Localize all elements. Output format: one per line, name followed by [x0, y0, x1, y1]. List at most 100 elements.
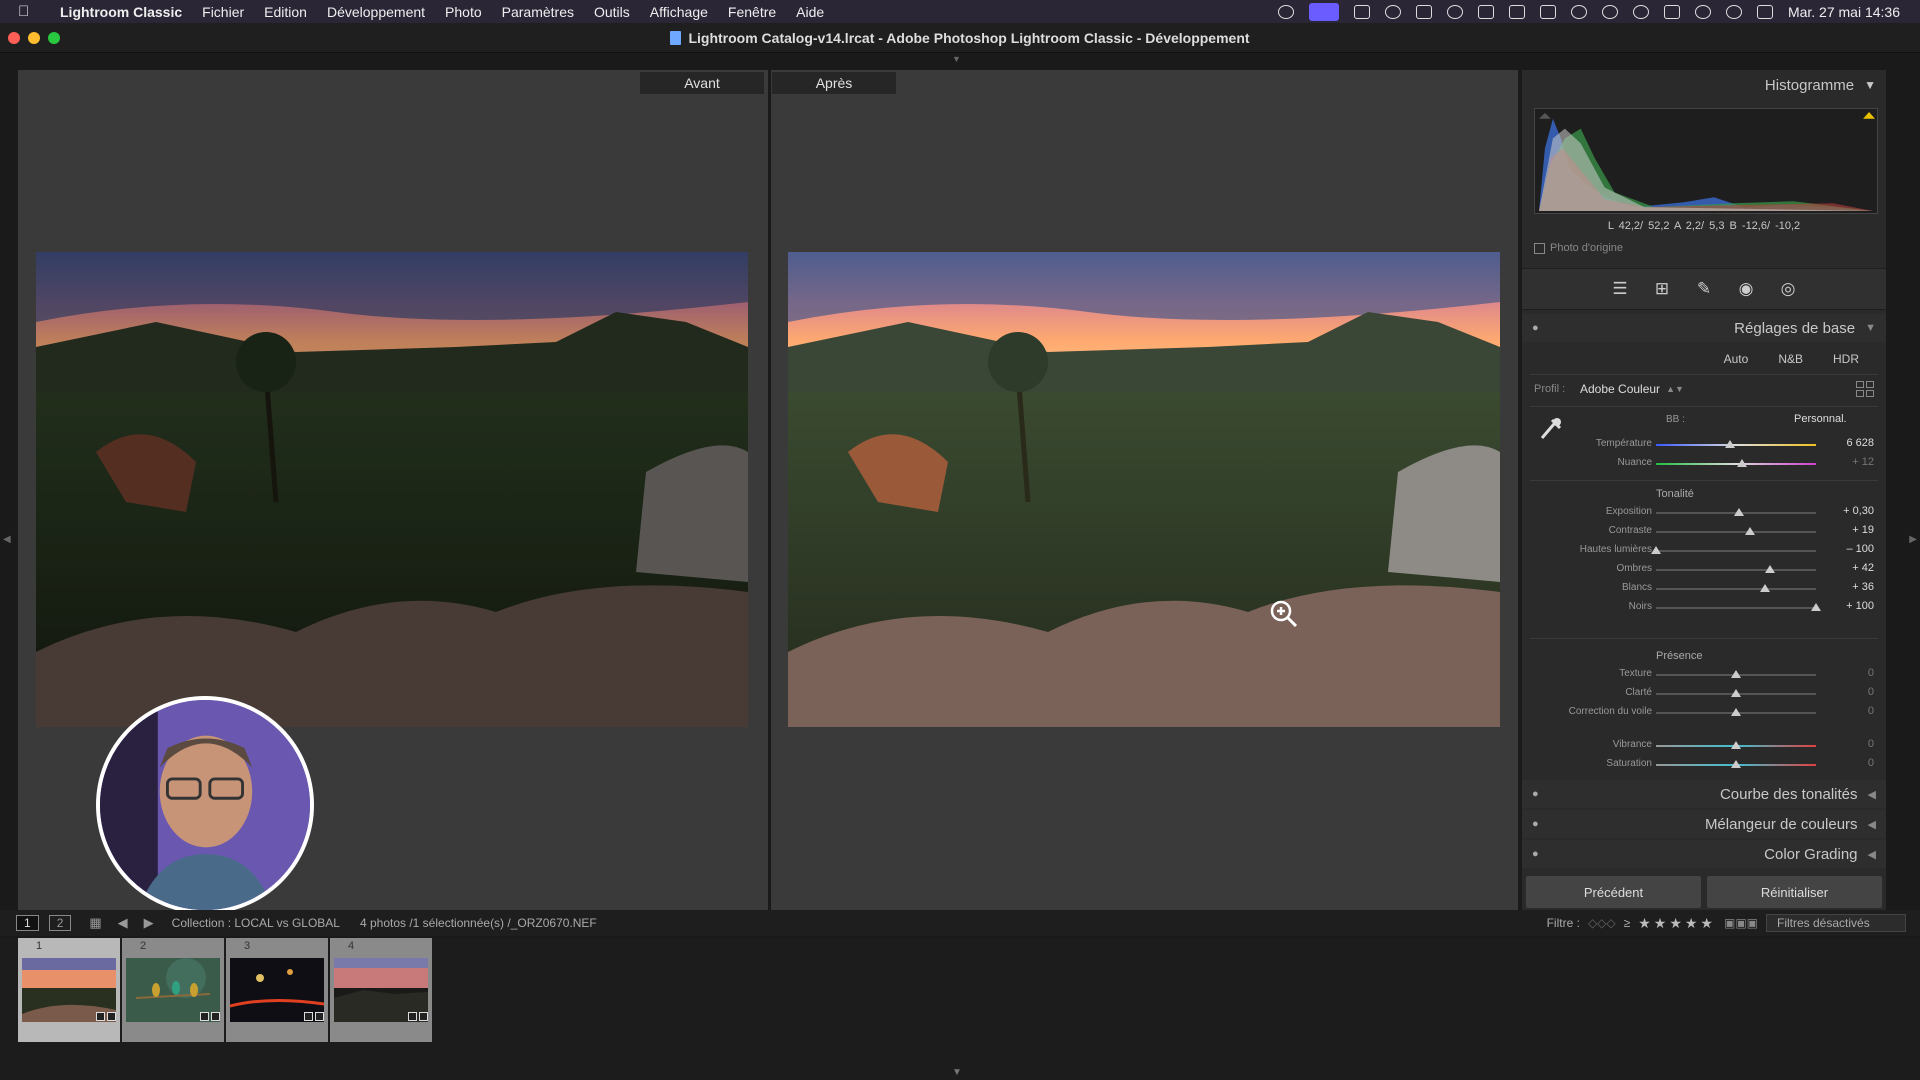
menu-photo[interactable]: Photo — [435, 4, 492, 20]
apple-icon[interactable]:  — [18, 3, 38, 20]
window-icon[interactable] — [1539, 4, 1556, 19]
filmstrip-thumbnail[interactable]: 4 — [330, 938, 432, 1042]
slider-thumb[interactable] — [1759, 584, 1770, 592]
after-photo[interactable] — [788, 252, 1500, 727]
collapse-triangle-icon[interactable]: ▼ — [1865, 322, 1876, 334]
slider-track[interactable] — [1656, 550, 1816, 552]
color-grading-section-header[interactable]: ● Color Grading ◀ — [1522, 840, 1886, 868]
original-photo-toggle[interactable]: Photo d'origine — [1534, 242, 1623, 254]
filmstrip-thumbnail[interactable]: 3 — [226, 938, 328, 1042]
before-photo[interactable] — [36, 252, 748, 727]
auto-button[interactable]: Auto — [1709, 348, 1764, 370]
play-icon[interactable] — [1601, 4, 1618, 19]
eye-icon[interactable]: ● — [1532, 322, 1539, 334]
profile-browser-icon[interactable] — [1856, 381, 1874, 397]
profile-select[interactable]: Adobe Couleur — [1580, 382, 1660, 396]
eye-icon[interactable]: ● — [1532, 848, 1539, 860]
slider-value[interactable]: + 36 — [1852, 581, 1874, 593]
filmstrip-thumbnail[interactable]: 1 — [18, 938, 120, 1042]
primary-window-button[interactable]: 1 — [16, 915, 39, 931]
histogram-header[interactable]: Histogramme ▼ — [1522, 70, 1886, 100]
top-panel-collapse-icon[interactable]: ▼ — [952, 54, 961, 64]
slider-track[interactable] — [1656, 588, 1816, 590]
slider-thumb[interactable] — [1731, 689, 1741, 697]
camera-icon[interactable] — [1353, 4, 1370, 19]
slider-thumb[interactable] — [1724, 440, 1735, 448]
filmstrip-thumbnail[interactable]: 2 — [122, 938, 224, 1042]
grid-view-icon[interactable]: ▦ — [89, 915, 101, 931]
right-panel-collapse-icon[interactable]: ▶ — [1909, 534, 1917, 545]
slider-track[interactable] — [1656, 569, 1816, 571]
slider-value[interactable]: 0 — [1868, 757, 1874, 769]
menu-affichage[interactable]: Affichage — [640, 4, 718, 20]
slider-thumb[interactable] — [1764, 565, 1775, 573]
crop-icon[interactable]: ⊞ — [1650, 277, 1674, 301]
slider-thumb[interactable] — [1651, 546, 1661, 554]
slider-track[interactable] — [1656, 444, 1816, 446]
slider-thumb[interactable] — [1731, 708, 1741, 716]
w-app-icon[interactable] — [1384, 4, 1401, 19]
cursor-app-icon[interactable] — [1277, 4, 1294, 19]
slider-value[interactable]: 0 — [1868, 738, 1874, 750]
slider-value[interactable]: + 12 — [1852, 456, 1874, 468]
menu-outils[interactable]: Outils — [584, 4, 640, 20]
slider-thumb[interactable] — [1731, 741, 1741, 749]
slider-value[interactable]: 0 — [1868, 667, 1874, 679]
menu-developpement[interactable]: Développement — [317, 4, 435, 20]
minimize-window-button[interactable] — [28, 32, 40, 44]
slider-track[interactable] — [1656, 531, 1816, 533]
slider-thumb[interactable] — [1811, 603, 1821, 611]
flag-filter-icons[interactable]: ◇◇◇ — [1588, 916, 1616, 930]
previous-button[interactable]: Précédent — [1526, 876, 1701, 908]
back-arrow-icon[interactable]: ◀ — [118, 915, 128, 931]
eye-icon[interactable]: ● — [1532, 788, 1539, 800]
rating-stars-icon[interactable]: ★★★★★ — [1638, 915, 1716, 932]
battery-icon[interactable] — [1663, 4, 1680, 19]
creative-cloud-icon[interactable] — [1446, 4, 1463, 19]
slider-track[interactable] — [1656, 607, 1816, 609]
screen-record-icon[interactable] — [1308, 2, 1339, 21]
bottom-panel-collapse-icon[interactable]: ▼ — [952, 1067, 962, 1078]
slider-thumb[interactable] — [1737, 459, 1748, 467]
slider-value[interactable]: + 42 — [1852, 562, 1874, 574]
basic-section-header[interactable]: ● Réglages de base ▼ — [1522, 314, 1886, 342]
time-machine-icon[interactable] — [1632, 4, 1649, 19]
slider-thumb[interactable] — [1731, 760, 1741, 768]
slider-value[interactable]: 0 — [1868, 686, 1874, 698]
clipboard-icon[interactable] — [1477, 4, 1494, 19]
expand-triangle-icon[interactable]: ◀ — [1868, 848, 1876, 861]
bw-button[interactable]: N&B — [1763, 348, 1818, 370]
filter-preset-select[interactable]: Filtres désactivés — [1766, 914, 1906, 932]
collection-path[interactable]: Collection : LOCAL vs GLOBAL — [172, 916, 340, 930]
menu-aide[interactable]: Aide — [786, 4, 834, 20]
expand-triangle-icon[interactable]: ◀ — [1868, 788, 1876, 801]
photo-count[interactable]: 4 photos /1 sélectionnée(s) /_ORZ0670.NE… — [360, 916, 597, 930]
user-icon[interactable] — [1570, 4, 1587, 19]
menu-edition[interactable]: Edition — [254, 4, 317, 20]
rating-operator[interactable]: ≥ — [1624, 916, 1631, 930]
slider-value[interactable]: – 100 — [1846, 543, 1874, 555]
slider-thumb[interactable] — [1745, 527, 1756, 535]
histogram-graph[interactable] — [1534, 108, 1878, 214]
close-window-button[interactable] — [8, 32, 20, 44]
wb-select[interactable]: Personnal. — [1794, 413, 1847, 425]
healing-eraser-icon[interactable]: ✎ — [1692, 277, 1716, 301]
color-mixer-section-header[interactable]: ● Mélangeur de couleurs ◀ — [1522, 810, 1886, 838]
control-center-icon[interactable] — [1756, 4, 1773, 19]
slider-value[interactable]: + 19 — [1852, 524, 1874, 536]
masking-icon[interactable]: ◎ — [1776, 277, 1800, 301]
slider-thumb[interactable] — [1734, 508, 1745, 516]
menu-fenetre[interactable]: Fenêtre — [718, 4, 786, 20]
menu-parametres[interactable]: Paramètres — [492, 4, 584, 20]
slider-thumb[interactable] — [1731, 670, 1741, 678]
slider-value[interactable]: 0 — [1868, 705, 1874, 717]
premiere-icon[interactable] — [1415, 4, 1432, 19]
forward-arrow-icon[interactable]: ▶ — [144, 915, 154, 931]
collapse-triangle-icon[interactable]: ▼ — [1864, 78, 1876, 92]
expand-triangle-icon[interactable]: ◀ — [1868, 818, 1876, 831]
menubar-clock[interactable]: Mar. 27 mai 14:36 — [1788, 4, 1900, 20]
zoom-window-button[interactable] — [48, 32, 60, 44]
eye-icon[interactable]: ● — [1532, 818, 1539, 830]
slider-track[interactable] — [1656, 463, 1816, 465]
menu-app-name[interactable]: Lightroom Classic — [50, 4, 192, 20]
